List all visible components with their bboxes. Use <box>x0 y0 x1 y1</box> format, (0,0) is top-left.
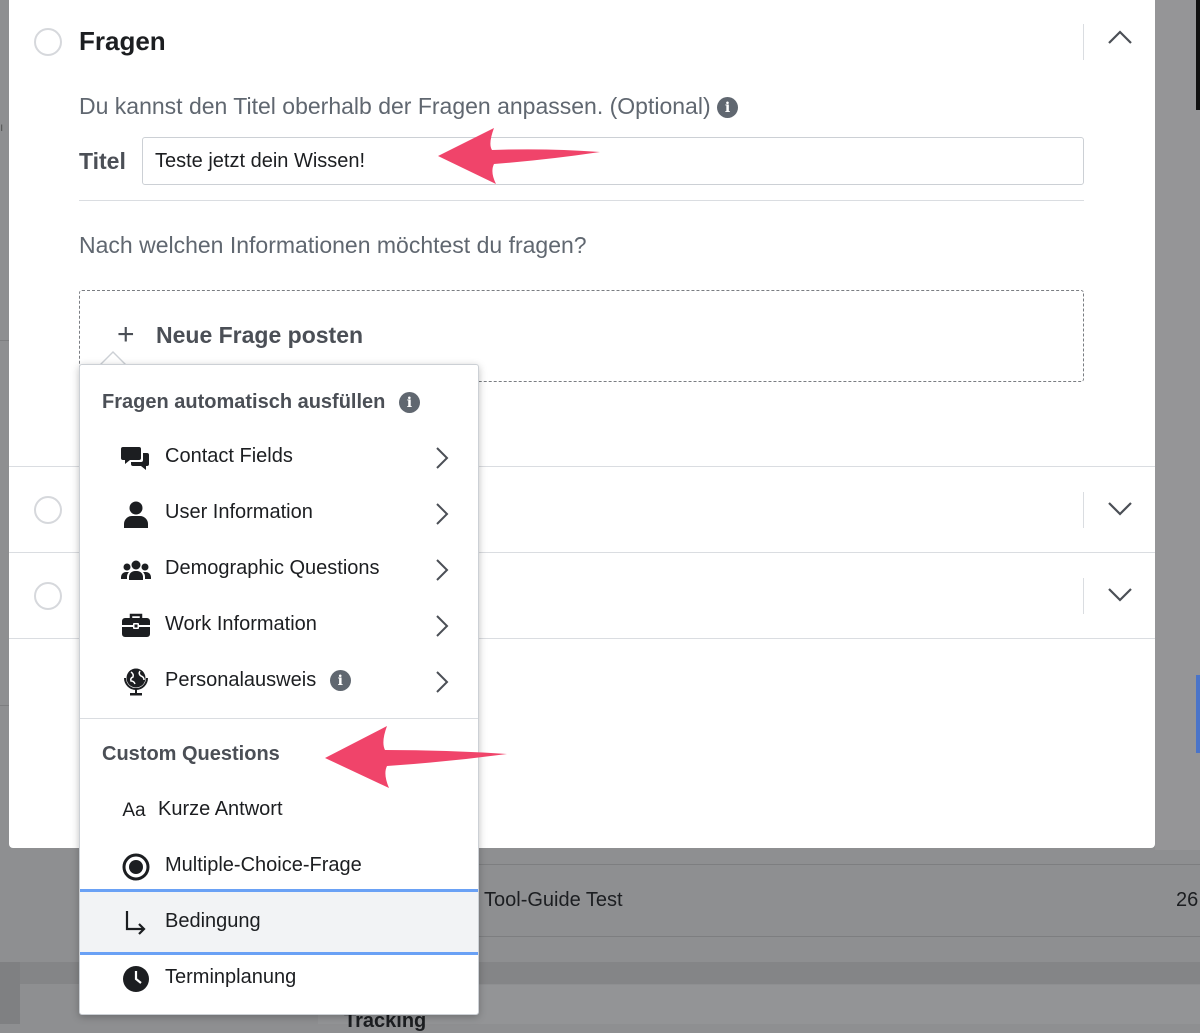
add-question-dropdown: Fragen automatisch ausfüllen i Contact F… <box>79 364 479 1015</box>
menu-item-kurze-antwort[interactable]: Aa Kurze Antwort <box>80 783 478 839</box>
chevron-down-icon[interactable] <box>1106 580 1134 608</box>
autofill-heading: Fragen automatisch ausfüllen i <box>102 391 420 414</box>
menu-item-demographic-questions[interactable]: Demographic Questions <box>80 542 478 598</box>
briefcase-icon <box>120 612 152 640</box>
chevron-right-icon <box>436 447 449 469</box>
plus-icon[interactable]: + <box>117 320 135 350</box>
chevron-right-icon <box>436 615 449 637</box>
background-edge-text: ı <box>0 120 4 134</box>
branch-arrow-icon <box>120 908 152 936</box>
section-separator <box>79 200 1084 201</box>
background-active-indicator <box>1196 675 1200 753</box>
titel-input[interactable] <box>142 137 1084 185</box>
chevron-down-icon[interactable] <box>1106 494 1134 522</box>
text-aa-icon: Aa <box>122 800 146 821</box>
chevron-up-icon[interactable] <box>1106 24 1134 52</box>
section-radio-fragen[interactable] <box>34 28 62 56</box>
menu-item-label: Multiple-Choice-Frage <box>165 854 362 876</box>
radio-filled-icon <box>120 853 152 881</box>
annotation-arrow-icon <box>438 128 600 184</box>
menu-item-multiple-choice[interactable]: Multiple-Choice-Frage <box>80 839 478 895</box>
header-divider <box>1083 24 1084 60</box>
menu-item-label: User Information <box>165 501 313 523</box>
menu-item-label: Personalausweis i <box>165 669 351 692</box>
background-divider <box>479 936 1200 937</box>
chevron-right-icon <box>436 503 449 525</box>
section-radio-2[interactable] <box>34 496 62 524</box>
header-divider <box>1083 492 1084 528</box>
menu-item-label: Bedingung <box>165 910 261 932</box>
background-divider <box>479 864 1200 865</box>
info-icon[interactable]: i <box>329 670 351 692</box>
header-divider <box>1083 578 1084 614</box>
menu-item-label: Demographic Questions <box>165 557 380 579</box>
user-icon <box>120 500 152 528</box>
info-icon[interactable]: i <box>398 392 420 414</box>
section-description: Du kannst den Titel oberhalb der Fragen … <box>79 93 738 120</box>
menu-item-label: Work Information <box>165 613 317 635</box>
section-radio-3[interactable] <box>34 582 62 610</box>
group-icon <box>120 556 152 584</box>
menu-item-contact-fields[interactable]: Contact Fields <box>80 430 478 486</box>
background-scroll-indicator <box>1196 0 1200 110</box>
menu-item-label: Kurze Antwort <box>158 798 283 820</box>
chevron-right-icon <box>436 671 449 693</box>
menu-item-terminplanung[interactable]: Terminplanung <box>80 951 478 1007</box>
section-title-fragen: Fragen <box>79 26 166 56</box>
background-left-block <box>0 962 20 1024</box>
question-prompt: Nach welchen Informationen möchtest du f… <box>79 232 587 258</box>
chevron-right-icon <box>436 559 449 581</box>
info-icon[interactable]: i <box>717 97 738 119</box>
annotation-arrow-icon <box>325 726 507 788</box>
background-row-title: Tool-Guide Test <box>484 889 623 911</box>
menu-item-personalausweis[interactable]: Personalausweis i <box>80 654 478 710</box>
menu-item-label: Contact Fields <box>165 445 293 467</box>
background-right-panel <box>1155 0 1200 850</box>
menu-item-bedingung[interactable]: Bedingung <box>80 889 478 955</box>
menu-item-label: Terminplanung <box>165 966 297 988</box>
titel-label: Titel <box>79 148 126 174</box>
clock-icon <box>120 965 152 993</box>
chat-bubbles-icon <box>120 444 152 472</box>
add-question-button[interactable]: Neue Frage posten <box>156 322 363 349</box>
menu-item-user-information[interactable]: User Information <box>80 486 478 542</box>
background-row-number: 26 <box>1176 889 1199 911</box>
dropdown-separator <box>80 718 478 719</box>
custom-questions-heading: Custom Questions <box>102 743 280 765</box>
globe-icon <box>120 668 152 696</box>
menu-item-work-information[interactable]: Work Information <box>80 598 478 654</box>
